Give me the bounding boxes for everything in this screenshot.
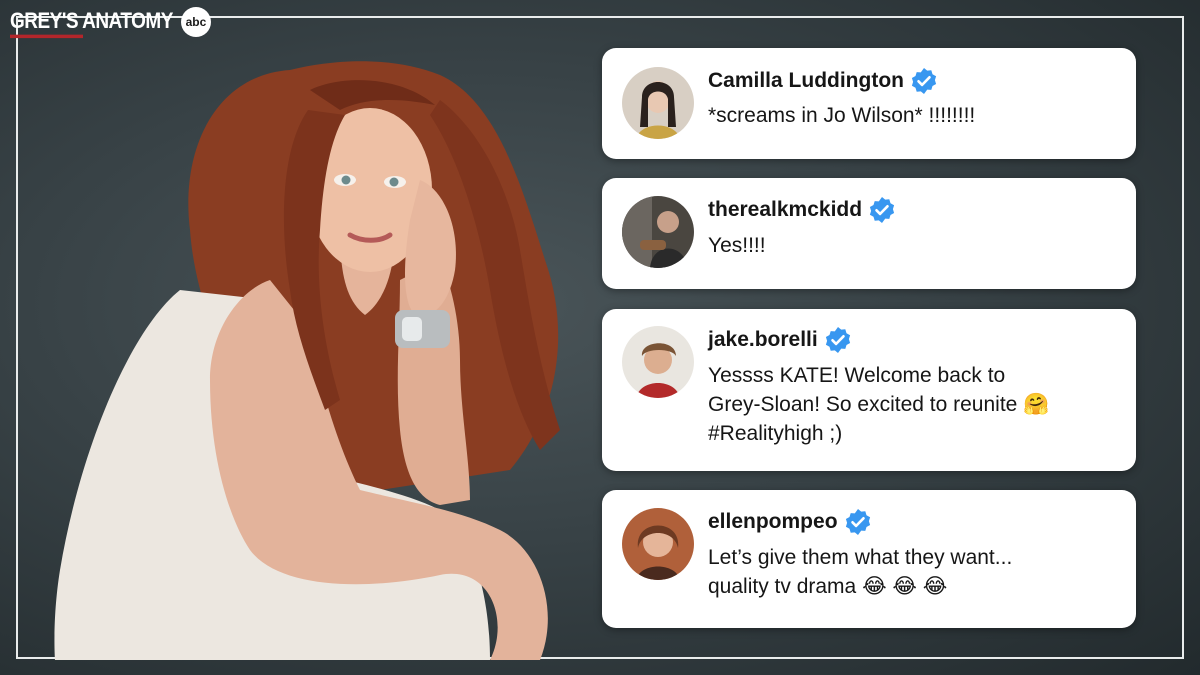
comment-text: Yessss KATE! Welcome back to Grey-Sloan!… <box>708 361 1116 448</box>
avatar[interactable] <box>622 67 694 139</box>
comment-text: Let’s give them what they want... qualit… <box>708 543 1116 601</box>
comment-text: *screams in Jo Wilson* !!!!!!!! <box>708 104 976 127</box>
comment-text-line: quality tv drama 😂 😂 😂 <box>708 575 948 598</box>
comment-card: ellenpompeo Let’s give them what they wa… <box>602 490 1136 628</box>
comment-card: therealkmckidd Yes!!!! <box>602 178 1136 289</box>
avatar[interactable] <box>622 196 694 268</box>
verified-badge-icon <box>911 68 937 94</box>
comment-text-line: #Realityhigh ;) <box>708 422 843 445</box>
username[interactable]: therealkmckidd <box>708 198 862 222</box>
avatar[interactable] <box>622 326 694 398</box>
verified-badge-icon <box>845 509 870 535</box>
verified-badge-icon <box>869 197 895 223</box>
actress-portrait <box>54 61 560 660</box>
comment-text-line: Yessss KATE! Welcome back to <box>708 364 1006 387</box>
comment-text-line: Grey-Sloan! So excited to reunite 🤗 <box>708 393 1050 416</box>
comment-card: jake.borelli Yessss KATE! Welcome back t… <box>602 309 1136 471</box>
comment-card: Camilla Luddington *screams in Jo Wilson… <box>602 48 1136 159</box>
avatar[interactable] <box>622 508 694 580</box>
username[interactable]: jake.borelli <box>708 328 818 352</box>
username[interactable]: ellenpompeo <box>708 510 838 534</box>
username[interactable]: Camilla Luddington <box>708 69 904 93</box>
comment-text-line: Let’s give them what they want... <box>708 546 1013 569</box>
comment-text: Yes!!!! <box>708 234 766 257</box>
verified-badge-icon <box>825 327 850 353</box>
